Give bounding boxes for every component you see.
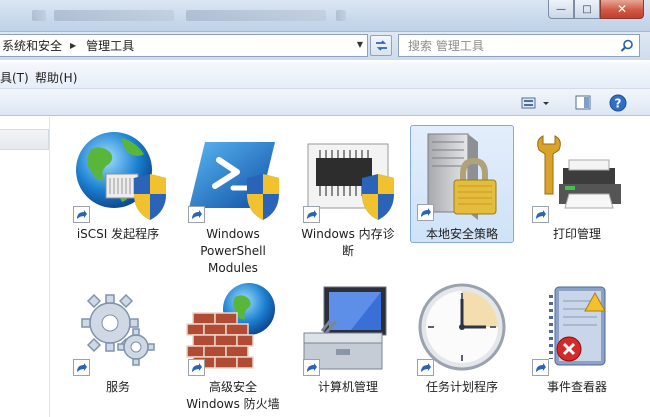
item-label: 事件查看器 xyxy=(546,380,607,394)
item-local-security-policy[interactable]: 本地安全策略 xyxy=(410,125,514,243)
menu-bar: 具(T) 帮助(H) xyxy=(0,62,650,89)
item-iscsi-initiator[interactable]: iSCSI 发起程序 xyxy=(66,127,170,251)
view-options-icon xyxy=(521,97,549,108)
menu-tools[interactable]: 具(T) xyxy=(0,69,29,86)
help-icon: ? xyxy=(609,94,627,111)
navigation-pane[interactable] xyxy=(0,117,50,417)
address-dropdown-icon[interactable]: ▼ xyxy=(357,40,363,49)
title-bar: — □ ✕ xyxy=(0,0,650,32)
search-placeholder: 搜索 管理工具 xyxy=(408,39,484,53)
blurred-tab-1 xyxy=(32,10,46,21)
breadcrumb-system-security[interactable]: 系统和安全 xyxy=(0,37,62,54)
breadcrumb-arrow-icon[interactable]: ▶ xyxy=(70,41,76,50)
toolbar: ? xyxy=(0,89,650,116)
preview-pane-icon xyxy=(575,95,591,110)
help-button[interactable]: ? xyxy=(609,94,627,111)
item-powershell-modules[interactable]: Windows PowerShell Modules xyxy=(181,127,285,277)
refresh-button[interactable] xyxy=(370,35,392,56)
shortcut-arrow-icon xyxy=(303,206,320,223)
item-label: 服务 xyxy=(105,380,130,394)
item-event-viewer[interactable]: 事件查看器 xyxy=(525,280,629,398)
shortcut-arrow-icon xyxy=(303,359,320,376)
item-memory-diagnostic[interactable]: Windows 内存诊断 xyxy=(296,127,400,258)
blurred-tab-2 xyxy=(54,10,174,21)
svg-text:?: ? xyxy=(615,96,622,110)
item-label: 高级安全 Windows 防火墙 xyxy=(186,380,280,411)
shortcut-arrow-icon xyxy=(188,359,205,376)
item-label: 打印管理 xyxy=(552,227,601,241)
minimize-button[interactable]: — xyxy=(548,0,574,19)
item-label: iSCSI 发起程序 xyxy=(76,227,160,241)
item-print-management[interactable]: 打印管理 xyxy=(525,127,629,251)
search-icon[interactable] xyxy=(620,39,634,53)
search-box[interactable]: 搜索 管理工具 xyxy=(398,34,640,57)
item-label: 任务计划程序 xyxy=(425,380,498,394)
item-label: Windows 内存诊断 xyxy=(301,227,395,258)
address-row: 系统和安全 ▶ 管理工具 ▼ 搜索 管理工具 xyxy=(0,32,650,60)
address-bar[interactable]: 系统和安全 ▶ 管理工具 ▼ xyxy=(0,34,368,57)
blurred-tab-4 xyxy=(336,10,346,21)
navigation-selected-item[interactable] xyxy=(0,129,49,150)
blurred-tab-3 xyxy=(186,10,326,21)
shortcut-arrow-icon xyxy=(532,359,549,376)
item-firewall[interactable]: 高级安全 Windows 防火墙 xyxy=(181,280,285,415)
change-view-button[interactable] xyxy=(521,94,551,111)
item-label: 本地安全策略 xyxy=(425,227,498,241)
shortcut-arrow-icon xyxy=(188,206,205,223)
refresh-icon xyxy=(375,40,387,51)
item-label: 计算机管理 xyxy=(317,380,378,394)
shortcut-arrow-icon xyxy=(417,359,434,376)
maximize-button[interactable]: □ xyxy=(574,0,600,19)
item-task-scheduler[interactable]: 任务计划程序 xyxy=(410,280,514,398)
window-controls: — □ ✕ xyxy=(548,0,644,20)
item-label: Windows PowerShell Modules xyxy=(200,227,266,275)
close-button[interactable]: ✕ xyxy=(600,0,644,19)
preview-pane-button[interactable] xyxy=(575,94,591,111)
shortcut-arrow-icon xyxy=(532,206,549,223)
items-view: iSCSI 发起程序 Windows PowerShell Modules Wi… xyxy=(51,117,650,417)
shortcut-arrow-icon xyxy=(73,206,90,223)
item-services[interactable]: 服务 xyxy=(66,280,170,398)
shortcut-arrow-icon xyxy=(73,359,90,376)
breadcrumb-admin-tools[interactable]: 管理工具 xyxy=(84,37,134,54)
item-computer-management[interactable]: 计算机管理 xyxy=(296,280,400,398)
menu-help[interactable]: 帮助(H) xyxy=(35,69,77,86)
shortcut-arrow-icon xyxy=(417,204,434,221)
